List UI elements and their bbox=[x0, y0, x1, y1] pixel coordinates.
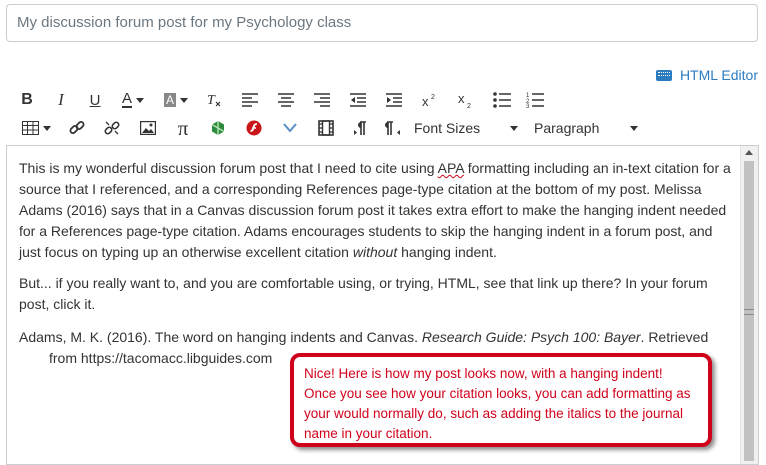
toolbar-row-1: B I U A A T x2 x2 123 bbox=[12, 88, 550, 112]
clear-formatting-icon: T bbox=[207, 93, 221, 108]
format-label: Paragraph bbox=[534, 120, 600, 136]
bold-button[interactable]: B bbox=[12, 88, 42, 112]
paragraph-1: This is my wonderful discussion forum po… bbox=[19, 158, 731, 263]
image-icon bbox=[140, 121, 156, 135]
scroll-grip-icon bbox=[744, 309, 754, 315]
flash-button[interactable] bbox=[236, 116, 272, 140]
reference-journal-italic: Research Guide: Psych 100: Bayer bbox=[421, 329, 641, 345]
chevron-down-icon bbox=[136, 97, 144, 103]
numbered-list-button[interactable]: 123 bbox=[520, 88, 550, 112]
align-left-icon bbox=[242, 93, 258, 107]
background-color-button[interactable]: A bbox=[156, 88, 196, 112]
chevron-down-icon bbox=[180, 97, 188, 103]
paragraph-rtl-icon bbox=[385, 121, 400, 135]
paragraph-1-text-start: This is my wonderful discussion forum po… bbox=[19, 160, 438, 176]
paragraph-1-text-end: hanging indent. bbox=[397, 244, 497, 260]
pi-icon: π bbox=[177, 115, 189, 140]
underline-button[interactable]: U bbox=[80, 88, 110, 112]
html-editor-link[interactable]: HTML Editor bbox=[655, 66, 758, 84]
outdent-button[interactable] bbox=[340, 88, 376, 112]
reference-text-start: Adams, M. K. (2016). The word on hanging… bbox=[19, 329, 422, 345]
chevron-down-icon bbox=[42, 125, 51, 131]
media-button[interactable] bbox=[200, 116, 236, 140]
svg-text:x: x bbox=[458, 92, 465, 106]
superscript-icon: x2 bbox=[422, 94, 435, 108]
unlink-button[interactable] bbox=[94, 116, 130, 140]
vimeo-button[interactable] bbox=[272, 116, 308, 140]
toolbar-row-2: π Font Sizes Paragraph bbox=[12, 116, 644, 140]
text-color-button[interactable]: A bbox=[110, 88, 156, 112]
video-button[interactable] bbox=[308, 116, 344, 140]
text-color-icon: A bbox=[121, 90, 132, 108]
without-italic: without bbox=[352, 244, 398, 260]
indent-icon bbox=[386, 93, 402, 107]
media-icon bbox=[211, 121, 225, 135]
align-left-button[interactable] bbox=[232, 88, 268, 112]
table-icon bbox=[21, 121, 39, 135]
indent-button[interactable] bbox=[376, 88, 412, 112]
align-right-icon bbox=[314, 93, 330, 107]
svg-text:x: x bbox=[422, 94, 429, 108]
table-button[interactable] bbox=[12, 116, 60, 140]
svg-text:T: T bbox=[207, 93, 216, 108]
keyboard-icon bbox=[655, 69, 672, 81]
ltr-button[interactable] bbox=[344, 116, 378, 140]
clear-formatting-button[interactable]: T bbox=[196, 88, 232, 112]
chevron-check-icon bbox=[283, 123, 297, 133]
subscript-button[interactable]: x2 bbox=[448, 88, 484, 112]
bullet-list-button[interactable] bbox=[484, 88, 520, 112]
link-icon bbox=[69, 121, 85, 134]
film-icon bbox=[318, 120, 334, 136]
svg-text:2: 2 bbox=[431, 94, 435, 101]
paragraph-ltr-icon bbox=[354, 121, 366, 135]
vertical-scrollbar[interactable] bbox=[740, 146, 758, 464]
svg-text:3: 3 bbox=[526, 104, 530, 108]
align-center-button[interactable] bbox=[268, 88, 304, 112]
link-button[interactable] bbox=[60, 116, 94, 140]
subscript-icon: x2 bbox=[458, 92, 471, 108]
apa-word: APA bbox=[437, 160, 464, 176]
format-select[interactable]: Paragraph bbox=[534, 116, 644, 140]
font-sizes-label: Font Sizes bbox=[414, 120, 481, 136]
scroll-up-arrow-icon[interactable] bbox=[745, 150, 753, 155]
equation-button[interactable]: π bbox=[166, 116, 200, 140]
chevron-down-icon bbox=[630, 125, 638, 131]
align-right-button[interactable] bbox=[304, 88, 340, 112]
title-input[interactable]: My discussion forum post for my Psycholo… bbox=[6, 4, 758, 42]
unlink-icon bbox=[104, 121, 120, 135]
align-center-icon bbox=[278, 93, 294, 107]
image-button[interactable] bbox=[130, 116, 166, 140]
svg-text:2: 2 bbox=[467, 103, 471, 108]
italic-button[interactable]: I bbox=[42, 88, 80, 112]
flash-icon bbox=[246, 120, 262, 136]
paragraph-2: But... if you really want to, and you ar… bbox=[19, 275, 708, 312]
numbered-list-icon: 123 bbox=[526, 93, 544, 108]
bullet-list-icon bbox=[493, 92, 511, 108]
outdent-icon bbox=[350, 93, 366, 107]
background-color-icon: A bbox=[163, 93, 176, 107]
chevron-down-icon bbox=[510, 125, 518, 131]
annotation-callout: Nice! Here is how my post looks now, wit… bbox=[290, 353, 712, 447]
superscript-button[interactable]: x2 bbox=[412, 88, 448, 112]
editor-content[interactable]: This is my wonderful discussion forum po… bbox=[19, 158, 731, 379]
font-sizes-select[interactable]: Font Sizes bbox=[414, 116, 524, 140]
rtl-button[interactable] bbox=[378, 116, 408, 140]
html-editor-label: HTML Editor bbox=[679, 67, 758, 83]
